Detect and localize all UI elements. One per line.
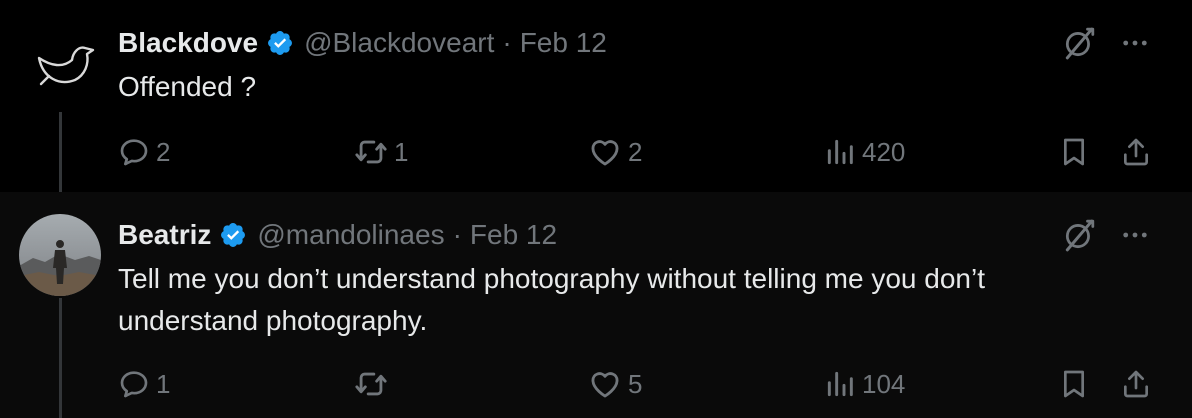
grok-icon[interactable] [1062, 218, 1096, 252]
like-button[interactable]: 5 [588, 366, 642, 402]
display-name[interactable]: Beatriz [118, 219, 211, 251]
user-handle[interactable]: @Blackdoveart [304, 27, 494, 59]
views-icon [824, 136, 856, 168]
thread-connector-line [59, 298, 62, 418]
heart-icon [588, 135, 622, 169]
blackdove-logo-icon [37, 46, 95, 86]
retweet-icon [354, 135, 388, 169]
tweet-top-actions [1062, 26, 1148, 60]
grok-icon[interactable] [1062, 26, 1096, 60]
tweet-actions: 2 1 2 420 [118, 134, 1158, 170]
display-name[interactable]: Blackdove [118, 27, 258, 59]
tweet-text: Offended ? [118, 71, 257, 102]
views-icon [824, 368, 856, 400]
more-icon[interactable] [1122, 39, 1148, 47]
view-count: 420 [862, 136, 906, 167]
retweet-count: 1 [394, 136, 409, 167]
avatar[interactable] [19, 214, 101, 296]
like-button[interactable]: 2 [588, 134, 642, 170]
separator-dot: · [502, 27, 512, 58]
view-count: 104 [862, 368, 906, 399]
views-button[interactable]: 420 [824, 134, 905, 170]
avatar[interactable] [19, 28, 101, 110]
reply-icon [118, 136, 150, 168]
tweet-beatriz[interactable]: Beatriz @mandolinaes · Feb 12 Tell me yo… [0, 192, 1192, 418]
separator-dot: · [452, 219, 462, 250]
bookmark-button[interactable] [1058, 366, 1090, 402]
like-count: 2 [628, 136, 643, 167]
share-button[interactable] [1120, 134, 1152, 170]
share-icon [1120, 368, 1152, 400]
reply-button[interactable]: 2 [118, 134, 170, 170]
reply-button[interactable]: 1 [118, 366, 170, 402]
reply-count: 1 [156, 368, 171, 399]
tweet-header: Blackdove @Blackdoveart · Feb 12 [118, 26, 607, 60]
heart-icon [588, 367, 622, 401]
tweet-text: Tell me you don’t understand photography… [118, 263, 985, 336]
share-icon [1120, 136, 1152, 168]
tweet-top-actions [1062, 218, 1148, 252]
verified-badge-icon[interactable] [266, 29, 294, 57]
like-count: 5 [628, 368, 643, 399]
tweet-date[interactable]: Feb 12 [520, 27, 607, 59]
views-button[interactable]: 104 [824, 366, 905, 402]
profile-photo-icon [19, 214, 101, 296]
reply-count: 2 [156, 136, 171, 167]
tweet-date[interactable]: Feb 12 [470, 219, 557, 251]
share-button[interactable] [1120, 366, 1152, 402]
retweet-icon [354, 367, 388, 401]
more-icon[interactable] [1122, 231, 1148, 239]
bookmark-icon [1058, 136, 1090, 168]
verified-badge-icon[interactable] [219, 221, 247, 249]
user-handle[interactable]: @mandolinaes [257, 219, 444, 251]
retweet-button[interactable] [354, 366, 394, 402]
bookmark-button[interactable] [1058, 134, 1090, 170]
tweet-blackdove[interactable]: Blackdove @Blackdoveart · Feb 12 Offende… [0, 0, 1192, 206]
retweet-button[interactable]: 1 [354, 134, 408, 170]
tweet-actions: 1 5 104 [118, 366, 1158, 402]
tweet-header: Beatriz @mandolinaes · Feb 12 [118, 218, 557, 252]
reply-icon [118, 368, 150, 400]
bookmark-icon [1058, 368, 1090, 400]
